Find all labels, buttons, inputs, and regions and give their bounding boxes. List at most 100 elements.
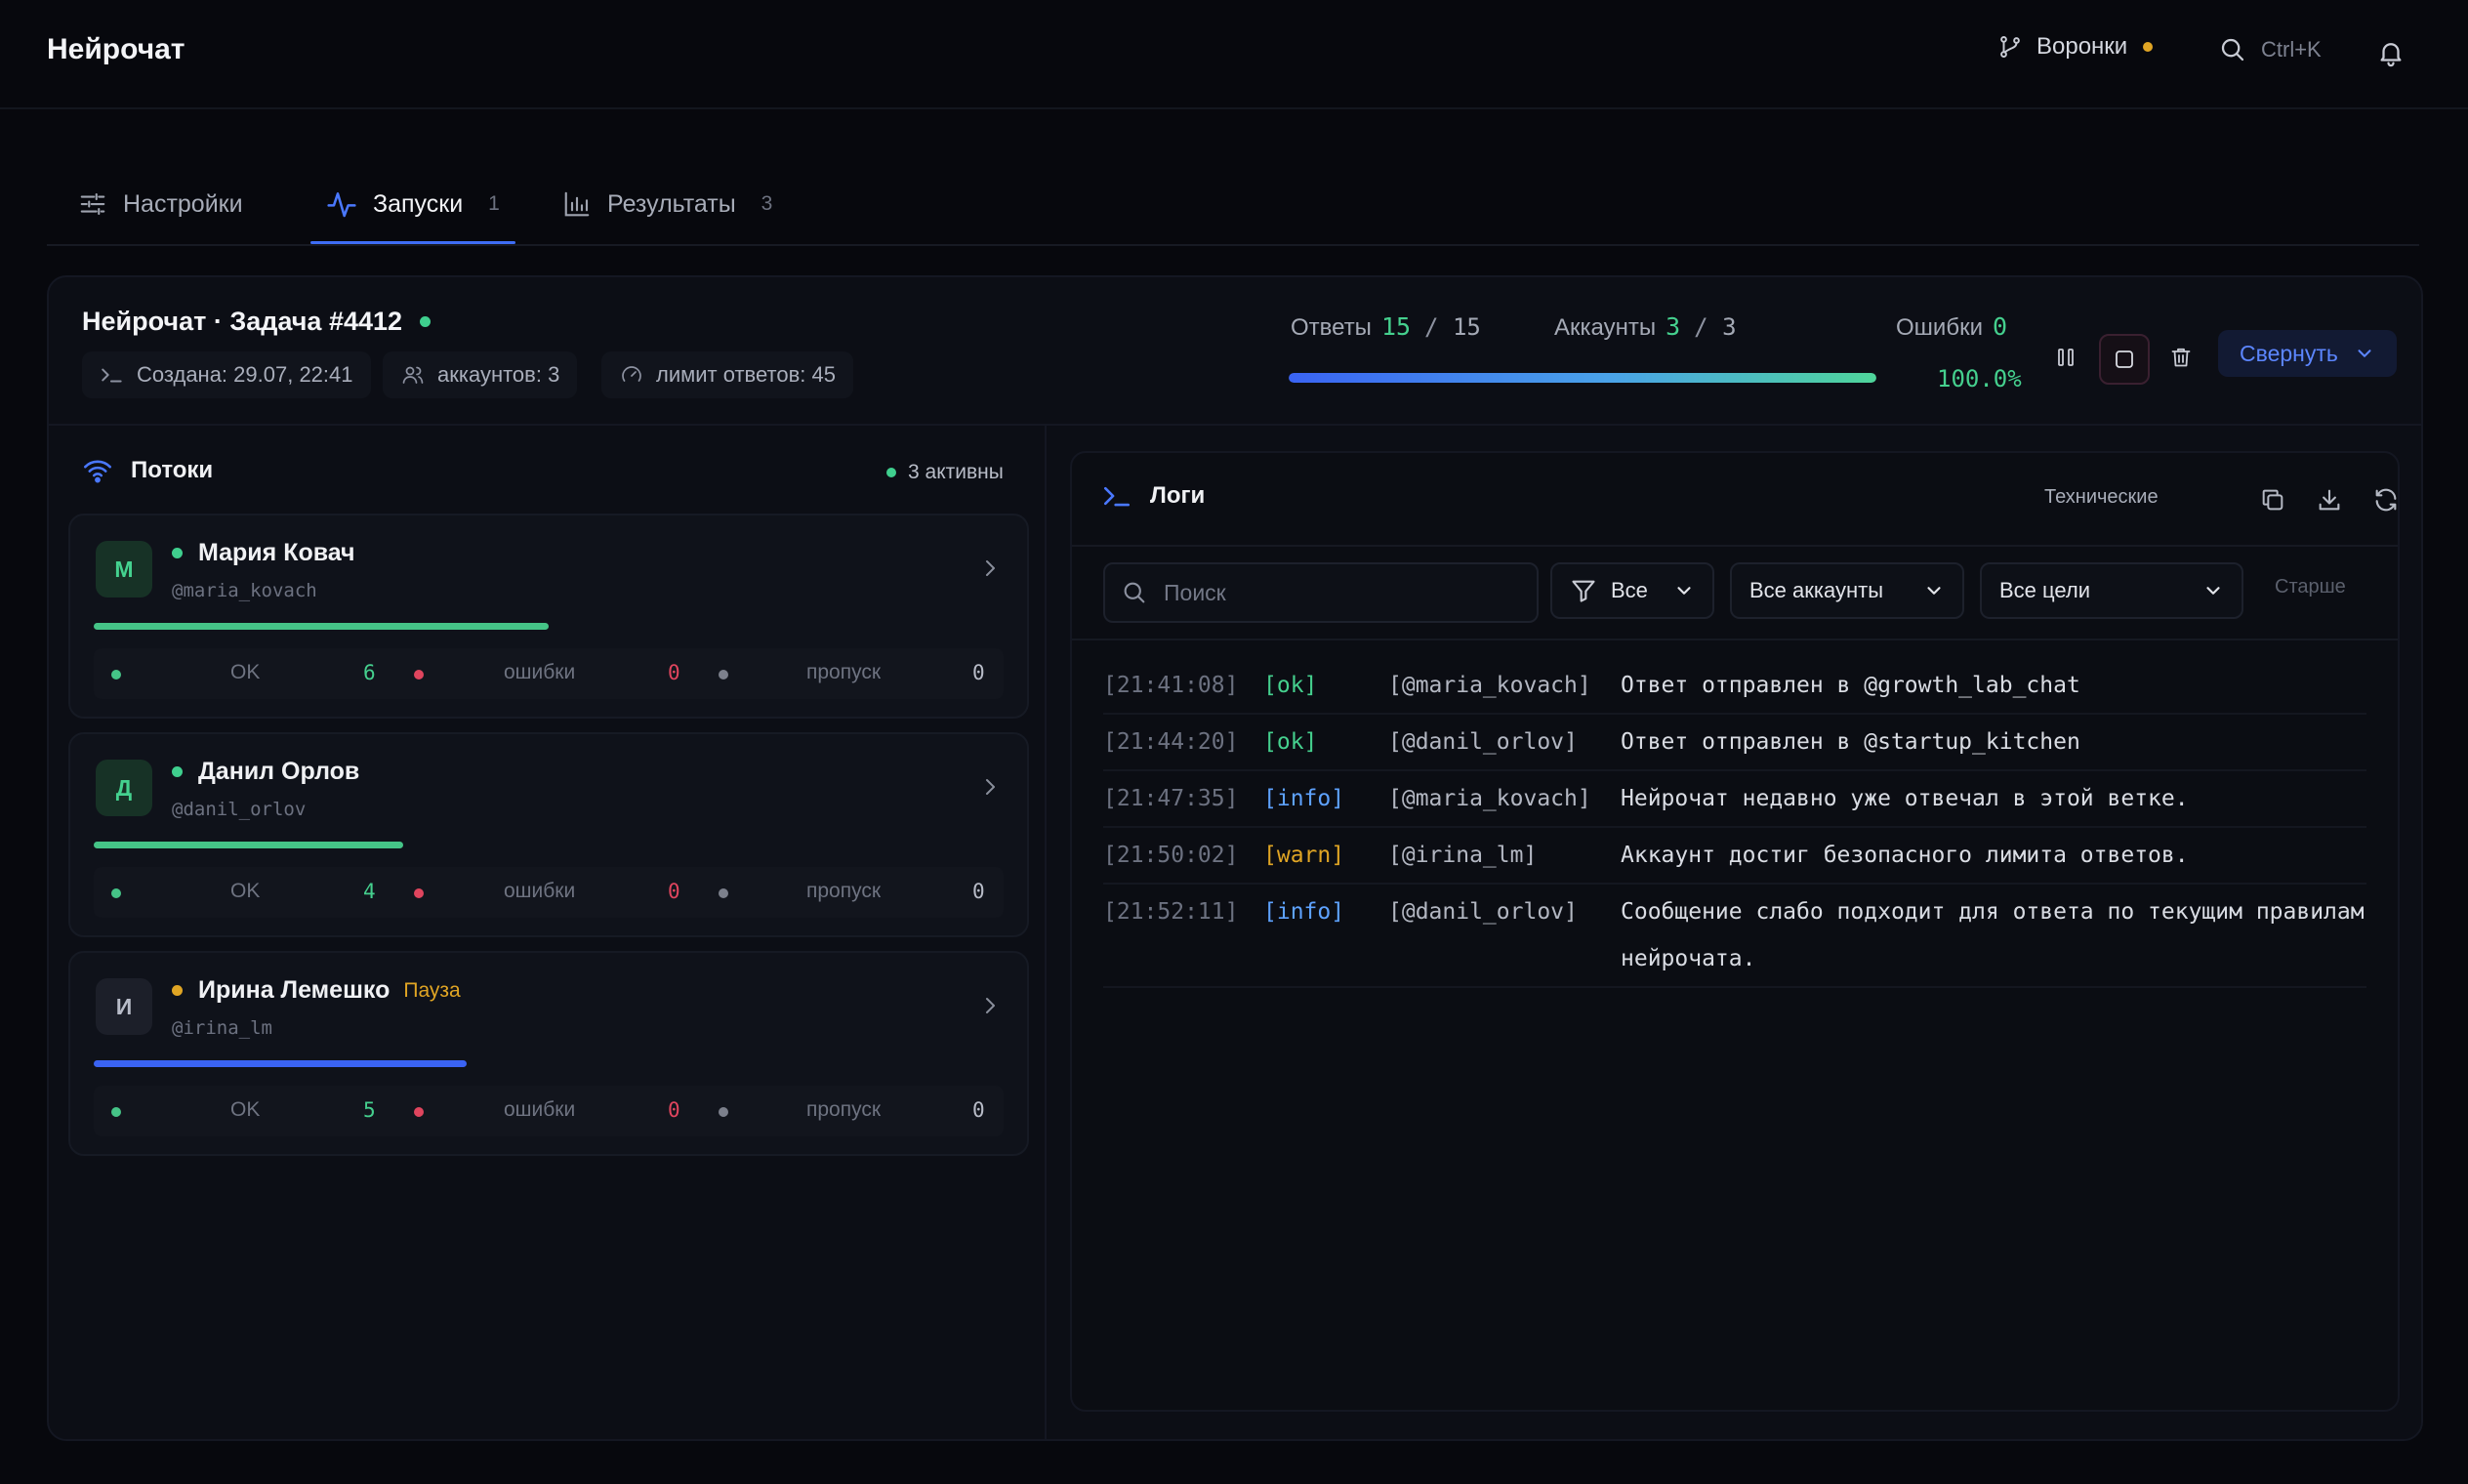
avatar: Д: [96, 760, 152, 816]
run-progress-fill: [1289, 373, 1876, 383]
stream-status-dot: [172, 985, 183, 996]
older-logs-button[interactable]: Старше: [2275, 576, 2346, 598]
stream-name: Ирина Лемешко: [198, 976, 391, 1004]
stream-handle: @maria_kovach: [172, 580, 317, 601]
terminal-icon: [1101, 483, 1132, 509]
terminal-icon: [100, 364, 125, 386]
accounts-done: 3: [1666, 312, 1681, 341]
task-title-text: Нейрочат · Задача #4412: [82, 307, 403, 336]
logs-title-text: Логи: [1150, 482, 1206, 509]
run-progress-bar: [1289, 373, 1876, 383]
tab-results[interactable]: Результаты 3: [562, 166, 772, 242]
stream-name: Данил Орлов: [198, 758, 360, 785]
stream-name-row: Данил Орлов: [172, 758, 359, 786]
level-filter-value: Все: [1611, 578, 1648, 602]
accounts-total: 3: [1722, 313, 1737, 341]
accounts-filter-select[interactable]: Все аккаунты: [1730, 562, 1964, 619]
git-branch-icon: [1997, 34, 2023, 60]
answers-label: Ответы: [1291, 314, 1372, 341]
stream-name: Мария Ковач: [198, 539, 355, 566]
pause-icon: [2054, 345, 2077, 370]
stream-progress-bar: [94, 1060, 467, 1067]
log-level: [info]: [1263, 899, 1345, 925]
ok-count: 4: [363, 880, 376, 903]
chevron-down-icon: [2202, 580, 2224, 601]
stream-open-button[interactable]: [978, 555, 1002, 582]
log-account: [@maria_kovach]: [1388, 673, 1591, 698]
log-level: [warn]: [1263, 843, 1345, 868]
chevron-down-icon: [1673, 580, 1695, 601]
notifications-button[interactable]: [2376, 37, 2406, 68]
log-level: [ok]: [1263, 729, 1318, 755]
stream-open-button[interactable]: [978, 773, 1002, 801]
stream-card-irina[interactable]: И Ирина Лемешко Пауза @irina_lm OK 5 оши…: [68, 951, 1029, 1156]
chevron-right-icon: [978, 773, 1002, 801]
delete-button[interactable]: [2158, 334, 2204, 381]
stream-status-dot: [172, 766, 183, 777]
chevron-right-icon: [978, 555, 1002, 582]
errors-count: 0: [668, 661, 680, 684]
stream-status-dot: [172, 548, 183, 558]
run-progress-percent: 100.0%: [1937, 365, 2022, 392]
tab-settings[interactable]: Настройки: [78, 166, 243, 242]
chevron-down-icon: [2354, 343, 2375, 364]
log-time: [21:52:11]: [1103, 899, 1239, 925]
top-bar: Нейрочат Воронки Ctrl+K: [0, 0, 2468, 109]
errors-label: ошибки: [504, 1098, 576, 1121]
reply-limit-text: лимит ответов: 45: [656, 362, 836, 387]
level-filter-select[interactable]: Все: [1550, 562, 1714, 619]
error-dot: [414, 888, 424, 898]
tab-runs-count: 1: [488, 192, 500, 215]
log-row: [21:52:11] [info] [@danil_orlov] Сообщение …: [1103, 885, 2366, 988]
stop-button[interactable]: [2099, 334, 2150, 385]
log-message: Нейрочат недавно уже отвечал в этой ветк…: [1621, 786, 2189, 811]
stream-progress-bar: [94, 623, 549, 630]
errors-count: 0: [668, 1098, 680, 1122]
collapse-label: Свернуть: [2240, 340, 2338, 366]
stream-stats: OK 4 ошибки 0 пропуск 0: [94, 867, 1004, 918]
stream-stats: OK 6 ошибки 0 пропуск 0: [94, 648, 1004, 699]
log-level: [info]: [1263, 786, 1345, 811]
stream-handle: @danil_orlov: [172, 799, 307, 820]
stream-stats: OK 5 ошибки 0 пропуск 0: [94, 1086, 1004, 1136]
search-shortcut: Ctrl+K: [2261, 37, 2322, 62]
logs-title: Логи: [1101, 482, 1205, 510]
collapse-button[interactable]: Свернуть: [2218, 330, 2397, 377]
errors-count: 0: [668, 880, 680, 903]
refresh-logs-button[interactable]: [2366, 480, 2398, 519]
ok-label: OK: [230, 1098, 261, 1121]
log-message: Ответ отправлен в @growth_lab_chat: [1621, 673, 2080, 698]
stream-open-button[interactable]: [978, 992, 1002, 1019]
skip-dot: [719, 670, 728, 680]
funnels-status-dot: [2143, 42, 2154, 52]
tab-settings-label: Настройки: [123, 189, 243, 218]
search-icon: [2218, 35, 2247, 64]
logs-panel: Логи Технические Поиск Все Все аккаунты …: [1070, 451, 2400, 1412]
targets-filter-select[interactable]: Все цели: [1980, 562, 2243, 619]
stream-card-maria[interactable]: М Мария Ковач @maria_kovach OK 6 ошибки …: [68, 514, 1029, 719]
stream-name-row: Мария Ковач: [172, 539, 355, 567]
ok-dot: [111, 670, 121, 680]
log-time: [21:50:02]: [1103, 843, 1239, 868]
stream-card-danil[interactable]: Д Данил Орлов @danil_orlov OK 4 ошибки 0: [68, 732, 1029, 937]
users-icon: [400, 363, 426, 387]
global-search-button[interactable]: Ctrl+K: [2218, 35, 2322, 64]
log-level: [ok]: [1263, 673, 1318, 698]
download-logs-button[interactable]: [2310, 480, 2349, 519]
wifi-icon: [82, 457, 113, 484]
tab-runs[interactable]: Запуски 1: [310, 166, 515, 244]
active-dot: [886, 468, 896, 477]
main-tabs: Настройки Запуски 1 Результаты 3: [47, 166, 2419, 246]
error-dot: [414, 1107, 424, 1117]
ok-count: 6: [363, 661, 376, 684]
skip-dot: [719, 1107, 728, 1117]
streams-title: Потоки: [82, 457, 213, 484]
funnels-button[interactable]: Воронки: [1997, 33, 2154, 61]
accounts-text: аккаунтов: 3: [437, 362, 560, 387]
technical-logs-toggle[interactable]: Технические: [2044, 486, 2159, 509]
pause-button[interactable]: [2042, 334, 2089, 381]
copy-logs-button[interactable]: [2253, 480, 2292, 519]
copy-icon: [2259, 486, 2286, 514]
log-search-input[interactable]: [1162, 578, 1517, 607]
logs-toolbar: Все Все аккаунты Все цели Старше: [1072, 545, 2398, 640]
